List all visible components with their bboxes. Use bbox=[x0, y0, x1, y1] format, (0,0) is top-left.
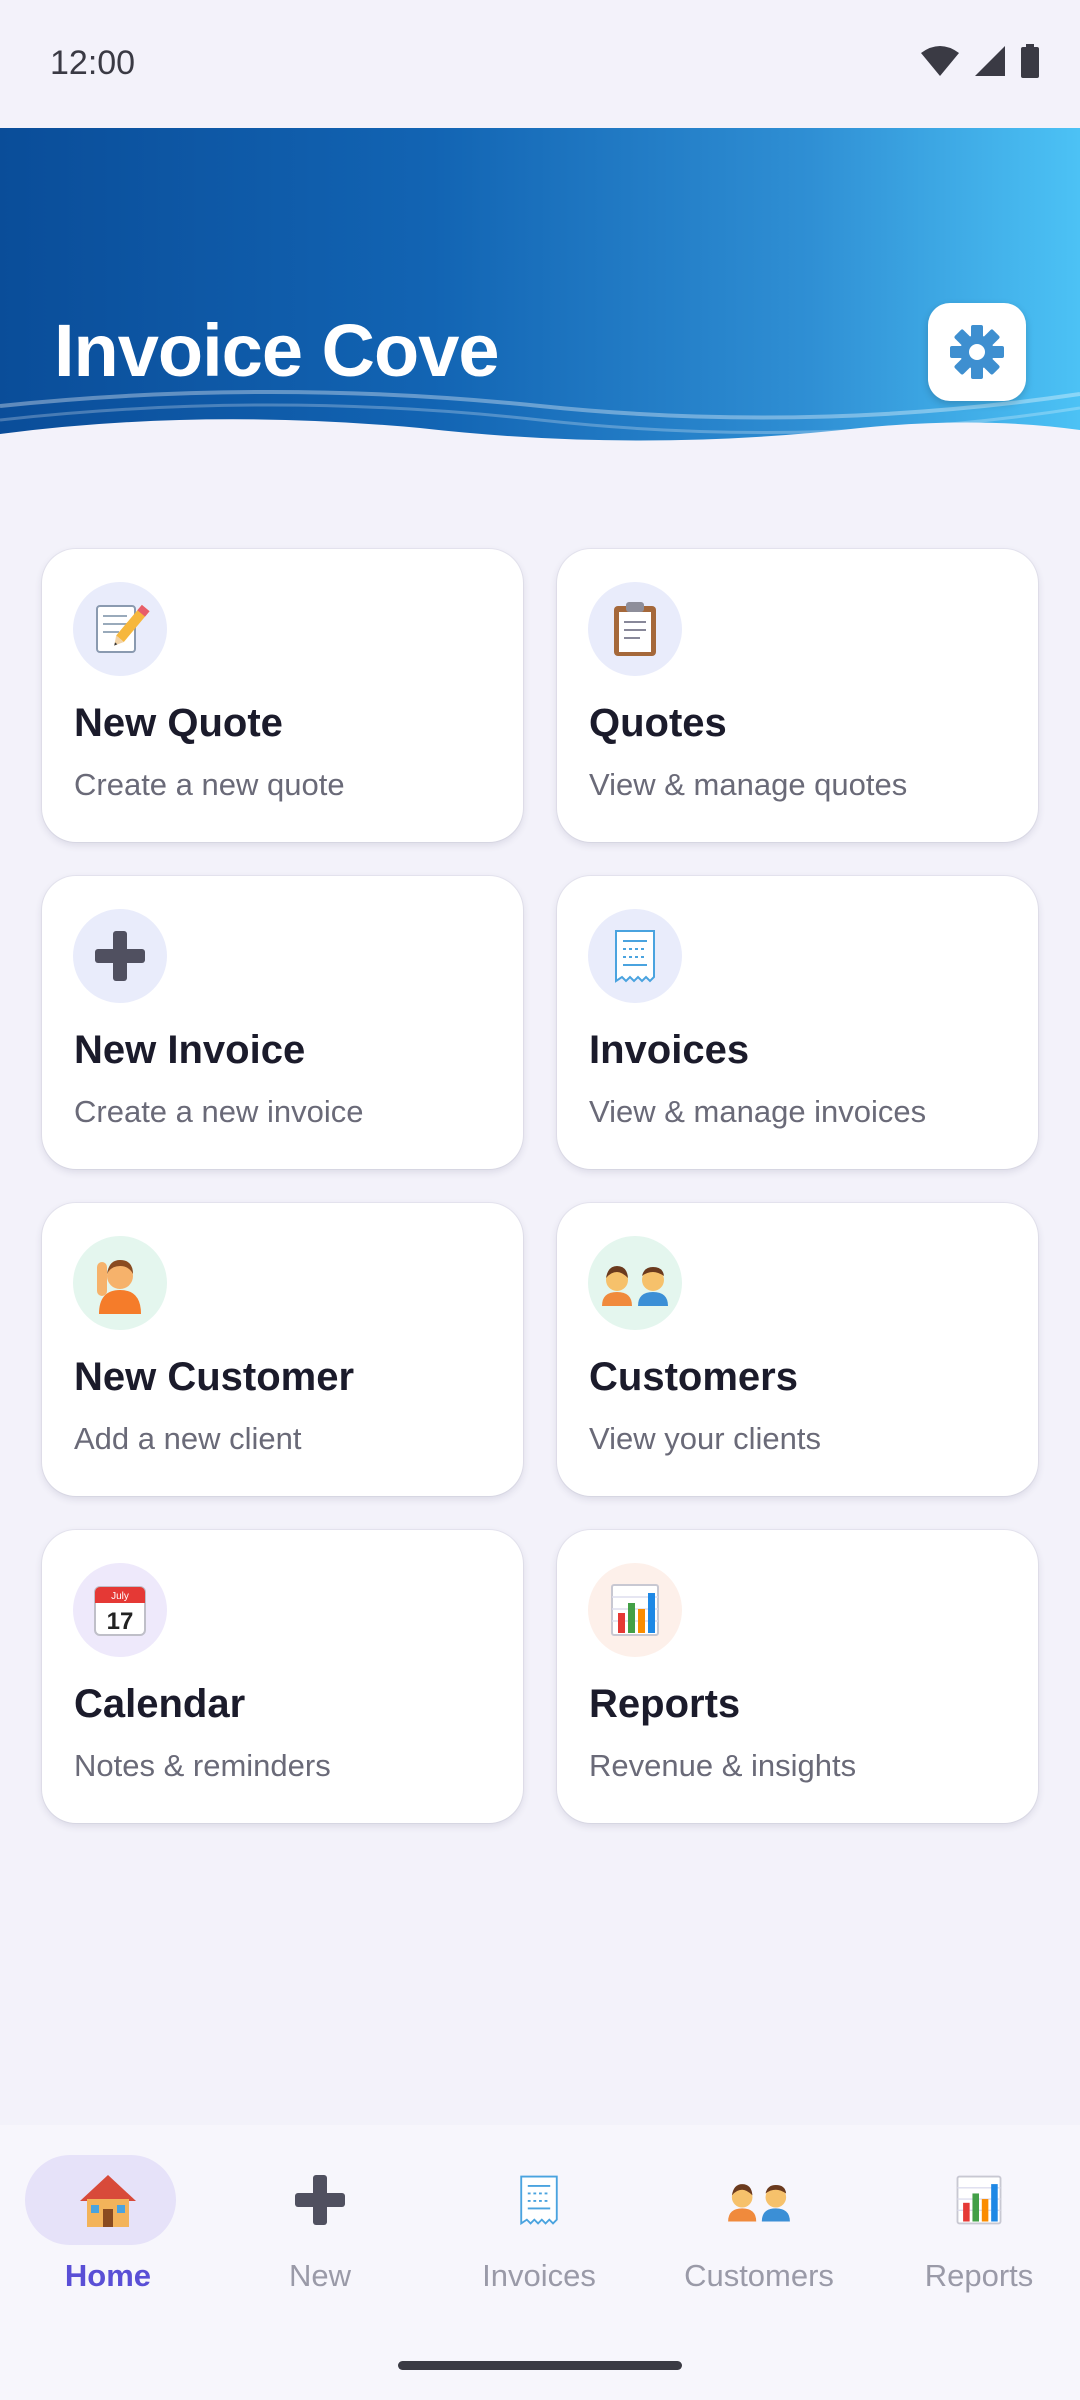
receipt-icon bbox=[615, 930, 655, 983]
app-title: Invoice Cove bbox=[54, 309, 500, 392]
calendar-icon-circle: July 17 bbox=[73, 1563, 167, 1657]
customers-card[interactable]: Customers View your clients bbox=[557, 1203, 1038, 1496]
card-title: New Invoice bbox=[74, 1028, 306, 1072]
quotes-icon-circle bbox=[588, 582, 682, 676]
status-bar: 12:00 bbox=[0, 0, 1080, 128]
new-customer-card[interactable]: New Customer Add a new client bbox=[42, 1203, 523, 1496]
two-people-icon bbox=[602, 1266, 668, 1306]
nav-item-reports[interactable]: Reports bbox=[871, 2125, 1080, 2325]
calendar-icon: July 17 bbox=[94, 1586, 146, 1636]
invoices-card[interactable]: Invoices View & manage invoices bbox=[557, 876, 1038, 1169]
action-grid: New Quote Create a new quote Quotes View… bbox=[42, 549, 1038, 1823]
nav-label-home: Home bbox=[64, 2258, 152, 2293]
new-invoice-icon-circle bbox=[73, 909, 167, 1003]
quotes-card[interactable]: Quotes View & manage quotes bbox=[557, 549, 1038, 842]
nav-icon-wrap bbox=[0, 2165, 216, 2235]
plus-icon bbox=[95, 931, 145, 981]
card-subtitle: View & manage invoices bbox=[589, 1094, 927, 1129]
card-title: Invoices bbox=[589, 1028, 750, 1072]
reports-card[interactable]: Reports Revenue & insights bbox=[557, 1530, 1038, 1823]
nav-item-new[interactable]: New bbox=[212, 2125, 428, 2325]
bar-chart-icon bbox=[956, 2175, 1002, 2225]
nav-item-home[interactable]: Home bbox=[0, 2125, 216, 2325]
nav-label-reports: Reports bbox=[924, 2258, 1034, 2293]
plus-icon bbox=[295, 2175, 345, 2225]
card-subtitle: Create a new invoice bbox=[74, 1094, 364, 1129]
card-subtitle: Revenue & insights bbox=[589, 1748, 857, 1783]
invoices-icon-circle bbox=[588, 909, 682, 1003]
customers-icon-circle bbox=[588, 1236, 682, 1330]
nav-icon-wrap bbox=[871, 2165, 1080, 2235]
receipt-icon bbox=[520, 2175, 558, 2226]
status-time: 12:00 bbox=[50, 44, 136, 82]
calendar-card[interactable]: July 17 Calendar Notes & reminders bbox=[42, 1530, 523, 1823]
cellular-signal-icon bbox=[975, 46, 1005, 76]
card-title: New Customer bbox=[74, 1355, 355, 1399]
nav-label-invoices: Invoices bbox=[482, 2258, 596, 2293]
nav-icon-wrap bbox=[431, 2165, 647, 2235]
battery-icon bbox=[1021, 44, 1039, 78]
nav-item-customers[interactable]: Customers bbox=[651, 2125, 867, 2325]
nav-item-invoices[interactable]: Invoices bbox=[431, 2125, 647, 2325]
nav-icon-wrap bbox=[212, 2165, 428, 2235]
card-title: New Quote bbox=[74, 701, 283, 745]
card-title: Reports bbox=[589, 1682, 741, 1726]
card-subtitle: Add a new client bbox=[74, 1421, 302, 1456]
settings-button[interactable] bbox=[928, 303, 1026, 401]
card-subtitle: Create a new quote bbox=[74, 767, 345, 802]
two-people-icon bbox=[728, 2184, 790, 2222]
house-icon bbox=[80, 2175, 136, 2227]
home-indicator[interactable] bbox=[398, 2361, 682, 2370]
app-header: Invoice Cove bbox=[0, 128, 1080, 468]
bottom-navigation: Home New Invoices Customers Reports bbox=[0, 2125, 1080, 2400]
card-title: Customers bbox=[589, 1355, 798, 1399]
card-subtitle: View & manage quotes bbox=[589, 767, 908, 802]
calendar-day: 17 bbox=[107, 1608, 134, 1635]
gear-icon bbox=[950, 325, 1004, 379]
new-quote-card[interactable]: New Quote Create a new quote bbox=[42, 549, 523, 842]
bar-chart-icon bbox=[611, 1584, 659, 1636]
card-title: Calendar bbox=[74, 1682, 246, 1726]
reports-icon-circle bbox=[588, 1563, 682, 1657]
status-icons bbox=[920, 44, 1040, 78]
wifi-icon bbox=[921, 46, 959, 76]
new-invoice-card[interactable]: New Invoice Create a new invoice bbox=[42, 876, 523, 1169]
new-quote-icon-circle bbox=[73, 582, 167, 676]
memo-pencil-icon bbox=[96, 604, 150, 653]
nav-label-customers: Customers bbox=[684, 2258, 834, 2293]
clipboard-icon bbox=[614, 602, 656, 656]
person-raising-hand-icon bbox=[97, 1260, 141, 1314]
calendar-month: July bbox=[111, 1591, 129, 1602]
nav-label-new: New bbox=[288, 2258, 351, 2293]
card-title: Quotes bbox=[589, 701, 727, 745]
new-customer-icon-circle bbox=[73, 1236, 167, 1330]
nav-icon-wrap bbox=[651, 2165, 867, 2235]
card-subtitle: View your clients bbox=[589, 1421, 822, 1456]
card-subtitle: Notes & reminders bbox=[74, 1748, 331, 1783]
